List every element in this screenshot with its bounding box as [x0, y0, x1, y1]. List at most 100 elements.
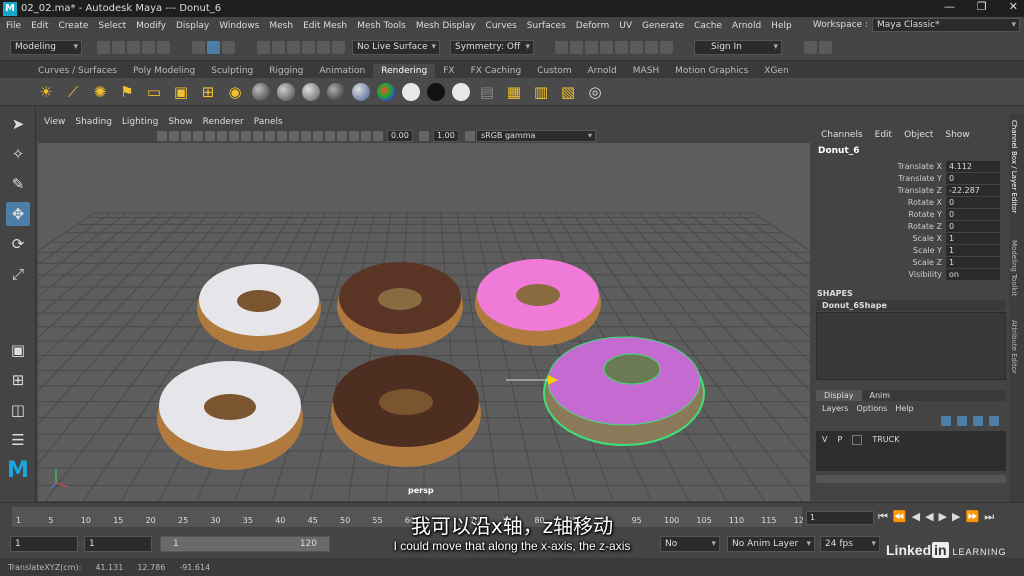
select-component-icon[interactable] [222, 40, 235, 54]
shelf-tab-poly-modeling[interactable]: Poly Modeling [125, 64, 203, 78]
attr-scale-z[interactable]: Scale Z 1 [812, 256, 1009, 268]
close-button[interactable]: ✕ [1009, 0, 1018, 13]
side-tab-modeling-toolkit[interactable]: Modeling Toolkit [1010, 240, 1018, 296]
hypershade-icon[interactable] [615, 40, 628, 54]
menu-set-dropdown[interactable]: Modeling [10, 39, 82, 55]
menu-mesh-tools[interactable]: Mesh Tools [357, 21, 406, 31]
side-tab-channel-box[interactable]: Channel Box / Layer Editor [1010, 120, 1018, 213]
menu-cache[interactable]: Cache [694, 21, 722, 31]
select-object-icon[interactable] [207, 40, 220, 54]
color-management-icon[interactable] [465, 131, 475, 141]
attr-rotate-x[interactable]: Rotate X 0 [812, 196, 1009, 208]
point-light-icon[interactable]: ✺ [90, 82, 110, 102]
donut-5[interactable] [331, 355, 481, 467]
attr-value[interactable]: 0 [946, 208, 1000, 220]
ambient-light-icon[interactable]: ☀ [36, 82, 56, 102]
single-view-icon[interactable]: ▣ [6, 338, 30, 362]
menu-uv[interactable]: UV [619, 21, 632, 31]
anisotropic-sphere-icon[interactable] [352, 82, 370, 101]
shelf-tab-fx-caching[interactable]: FX Caching [463, 64, 530, 78]
menu-help[interactable]: Help [771, 21, 792, 31]
shelf-tab-sculpting[interactable]: Sculpting [203, 64, 261, 78]
panel-menu-shading[interactable]: Shading [75, 117, 112, 127]
snap-grid-icon[interactable] [257, 40, 270, 54]
layer-row-truck[interactable]: V P TRUCK [816, 431, 1006, 471]
channels-menu[interactable]: Channels [821, 130, 863, 140]
undo-icon[interactable] [142, 40, 155, 54]
new-scene-icon[interactable] [97, 40, 110, 54]
lights-icon[interactable] [193, 131, 203, 141]
render-view-icon[interactable]: ◉ [225, 82, 245, 102]
view-transform-dropdown[interactable]: sRGB gamma [476, 130, 596, 142]
layout-toggle-icon[interactable] [804, 40, 817, 54]
select-tool-icon[interactable]: ➤ [6, 112, 30, 136]
snap-curve-icon[interactable] [272, 40, 285, 54]
layer-visibility-toggle[interactable]: V [822, 435, 827, 444]
gamma-icon[interactable] [419, 131, 429, 141]
move-layer-down-icon[interactable] [989, 416, 999, 426]
shelf-tab-curves-surfaces[interactable]: Curves / Surfaces [30, 64, 125, 78]
sign-in-dropdown[interactable]: Sign In [694, 39, 782, 55]
make-live-icon[interactable] [332, 40, 345, 54]
surface-shader-white-icon[interactable] [402, 82, 420, 101]
menu-edit[interactable]: Edit [31, 21, 48, 31]
paint-select-icon[interactable]: ✎ [6, 172, 30, 196]
field-chart-icon[interactable] [349, 131, 359, 141]
attr-rotate-z[interactable]: Rotate Z 0 [812, 220, 1009, 232]
layer-tab-display[interactable]: Display [816, 390, 862, 401]
xray-icon[interactable] [265, 131, 275, 141]
surface-shader-black-icon[interactable] [427, 82, 445, 101]
panel-menu-lighting[interactable]: Lighting [122, 117, 158, 127]
anti-alias-icon[interactable] [241, 131, 251, 141]
wireframe-icon[interactable] [157, 131, 167, 141]
shelf-tab-mash[interactable]: MASH [625, 64, 667, 78]
phong-sphere-icon[interactable] [302, 82, 320, 101]
symmetry-dropdown[interactable]: Symmetry: Off [450, 39, 534, 55]
attr-value[interactable]: 0 [946, 196, 1000, 208]
layer-tab-anim[interactable]: Anim [862, 390, 899, 401]
two-view-icon[interactable]: ◫ [6, 398, 30, 422]
lambert-sphere-icon[interactable] [277, 82, 295, 101]
layer-name[interactable]: TRUCK [872, 435, 899, 444]
isolate-select-icon[interactable] [253, 131, 263, 141]
play-icon[interactable] [645, 40, 658, 54]
donut-6-selected[interactable] [543, 336, 705, 446]
workspace-dropdown[interactable]: Maya Classic* [872, 18, 1020, 32]
menu-windows[interactable]: Windows [219, 21, 259, 31]
menu-select[interactable]: Select [98, 21, 126, 31]
directional-light-icon[interactable]: ⟋ [63, 82, 83, 102]
redo-icon[interactable] [157, 40, 170, 54]
menu-modify[interactable]: Modify [136, 21, 166, 31]
panel-menu-view[interactable]: View [44, 117, 65, 127]
menu-edit-mesh[interactable]: Edit Mesh [303, 21, 347, 31]
exposure-icon[interactable] [373, 131, 383, 141]
attr-translate-x[interactable]: Translate X 4.112 [812, 160, 1009, 172]
pause-icon[interactable] [660, 40, 673, 54]
rotate-tool-icon[interactable]: ⟳ [6, 232, 30, 256]
menu-mesh-display[interactable]: Mesh Display [416, 21, 476, 31]
save-scene-icon[interactable] [127, 40, 140, 54]
viewport-scene[interactable] [38, 143, 810, 501]
render-settings-icon[interactable]: ▦ [504, 82, 524, 102]
exposure-field[interactable]: 0.00 [387, 130, 413, 142]
shelf-tab-animation[interactable]: Animation [311, 64, 373, 78]
panel-menu-show[interactable]: Show [168, 117, 192, 127]
shadows-icon[interactable] [205, 131, 215, 141]
attr-value[interactable]: 1 [946, 244, 1000, 256]
motion-blur-icon[interactable] [229, 131, 239, 141]
menu-deform[interactable]: Deform [576, 21, 609, 31]
textured-icon[interactable] [181, 131, 191, 141]
panel-menu-panels[interactable]: Panels [254, 117, 283, 127]
menu-display[interactable]: Display [176, 21, 209, 31]
render-frame-icon[interactable] [555, 40, 568, 54]
menu-generate[interactable]: Generate [642, 21, 684, 31]
blinn-sphere-icon[interactable] [252, 82, 270, 101]
spot-light-icon[interactable]: ⚑ [117, 82, 137, 102]
shelf-tab-xgen[interactable]: XGen [756, 64, 796, 78]
shelf-tab-arnold[interactable]: Arnold [580, 64, 625, 78]
panel-menu-renderer[interactable]: Renderer [203, 117, 244, 127]
attr-value[interactable]: 4.112 [946, 160, 1000, 172]
safe-action-icon[interactable] [361, 131, 371, 141]
ipr-render-icon[interactable] [585, 40, 598, 54]
move-tool-icon[interactable]: ✥ [6, 202, 30, 226]
